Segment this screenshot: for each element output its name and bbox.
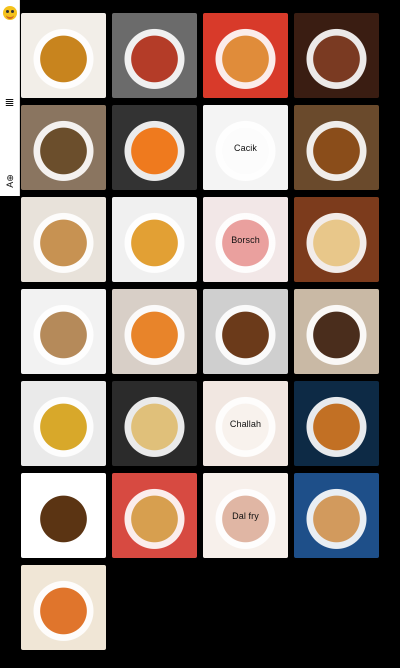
food-tile-roasted-veg[interactable] — [21, 565, 106, 650]
food-tile-soup-bowl[interactable] — [294, 105, 379, 190]
dish-image — [211, 297, 280, 366]
food-tile-borek[interactable] — [21, 197, 106, 282]
dish-image — [120, 481, 189, 550]
tile-label: Borsch — [231, 234, 260, 245]
dish-image — [120, 297, 189, 366]
food-tile-lentil-soup[interactable] — [112, 197, 197, 282]
food-tile-kunefe[interactable] — [112, 289, 197, 374]
dish-image — [29, 205, 98, 274]
dish-image — [29, 297, 98, 366]
language-icon[interactable]: A⊕ — [3, 172, 17, 190]
food-tile-falafel[interactable] — [203, 289, 288, 374]
dish-image — [29, 21, 98, 90]
food-tile-falafel-pistachio[interactable] — [21, 473, 106, 558]
tile-label: Challah — [229, 418, 262, 429]
dish-image — [302, 21, 371, 90]
food-tile-onion-rings[interactable] — [294, 289, 379, 374]
dish-image — [302, 113, 371, 182]
food-tile-hummus[interactable] — [294, 197, 379, 282]
dish-image — [302, 297, 371, 366]
food-tile-mushroom-stew[interactable] — [21, 105, 106, 190]
food-tile-lahmacun[interactable] — [112, 13, 197, 98]
dish-image — [120, 21, 189, 90]
food-tile-dal-fry[interactable]: Dal fry — [203, 473, 288, 558]
food-tile-grilled-meat[interactable] — [294, 13, 379, 98]
food-tile-rice-stew[interactable] — [203, 13, 288, 98]
food-tile-challah[interactable]: Challah — [203, 381, 288, 466]
sidebar: ≣ A⊕ — [0, 0, 20, 196]
food-tile-chickpea-rice[interactable] — [294, 473, 379, 558]
dish-image — [120, 389, 189, 458]
dish-image — [120, 205, 189, 274]
dish-image — [29, 113, 98, 182]
food-tile-borsch[interactable]: Borsch — [203, 197, 288, 282]
food-grid: Cacik Borsch Challah Dal fry — [21, 13, 379, 650]
dish-image — [302, 481, 371, 550]
tile-label: Dal fry — [232, 510, 259, 521]
dish-image — [120, 113, 189, 182]
dish-image — [302, 389, 371, 458]
food-tile-cornbread[interactable] — [112, 381, 197, 466]
food-tile-lasagna[interactable] — [112, 473, 197, 558]
dish-image — [29, 389, 98, 458]
dish-image — [29, 481, 98, 550]
food-tile-burger[interactable] — [294, 381, 379, 466]
food-tile-paella[interactable] — [21, 381, 106, 466]
hamburger-menu-icon[interactable]: ≣ — [4, 96, 15, 108]
food-tile-sushi[interactable] — [112, 105, 197, 190]
food-tile-flan[interactable] — [21, 13, 106, 98]
food-tile-cacik[interactable]: Cacik — [203, 105, 288, 190]
smiley-logo-icon[interactable] — [3, 6, 17, 20]
dish-image — [211, 21, 280, 90]
dish-image — [29, 573, 98, 642]
tile-label: Cacik — [233, 142, 257, 153]
dish-image — [302, 205, 371, 274]
food-tile-stuffed-potato[interactable] — [21, 289, 106, 374]
